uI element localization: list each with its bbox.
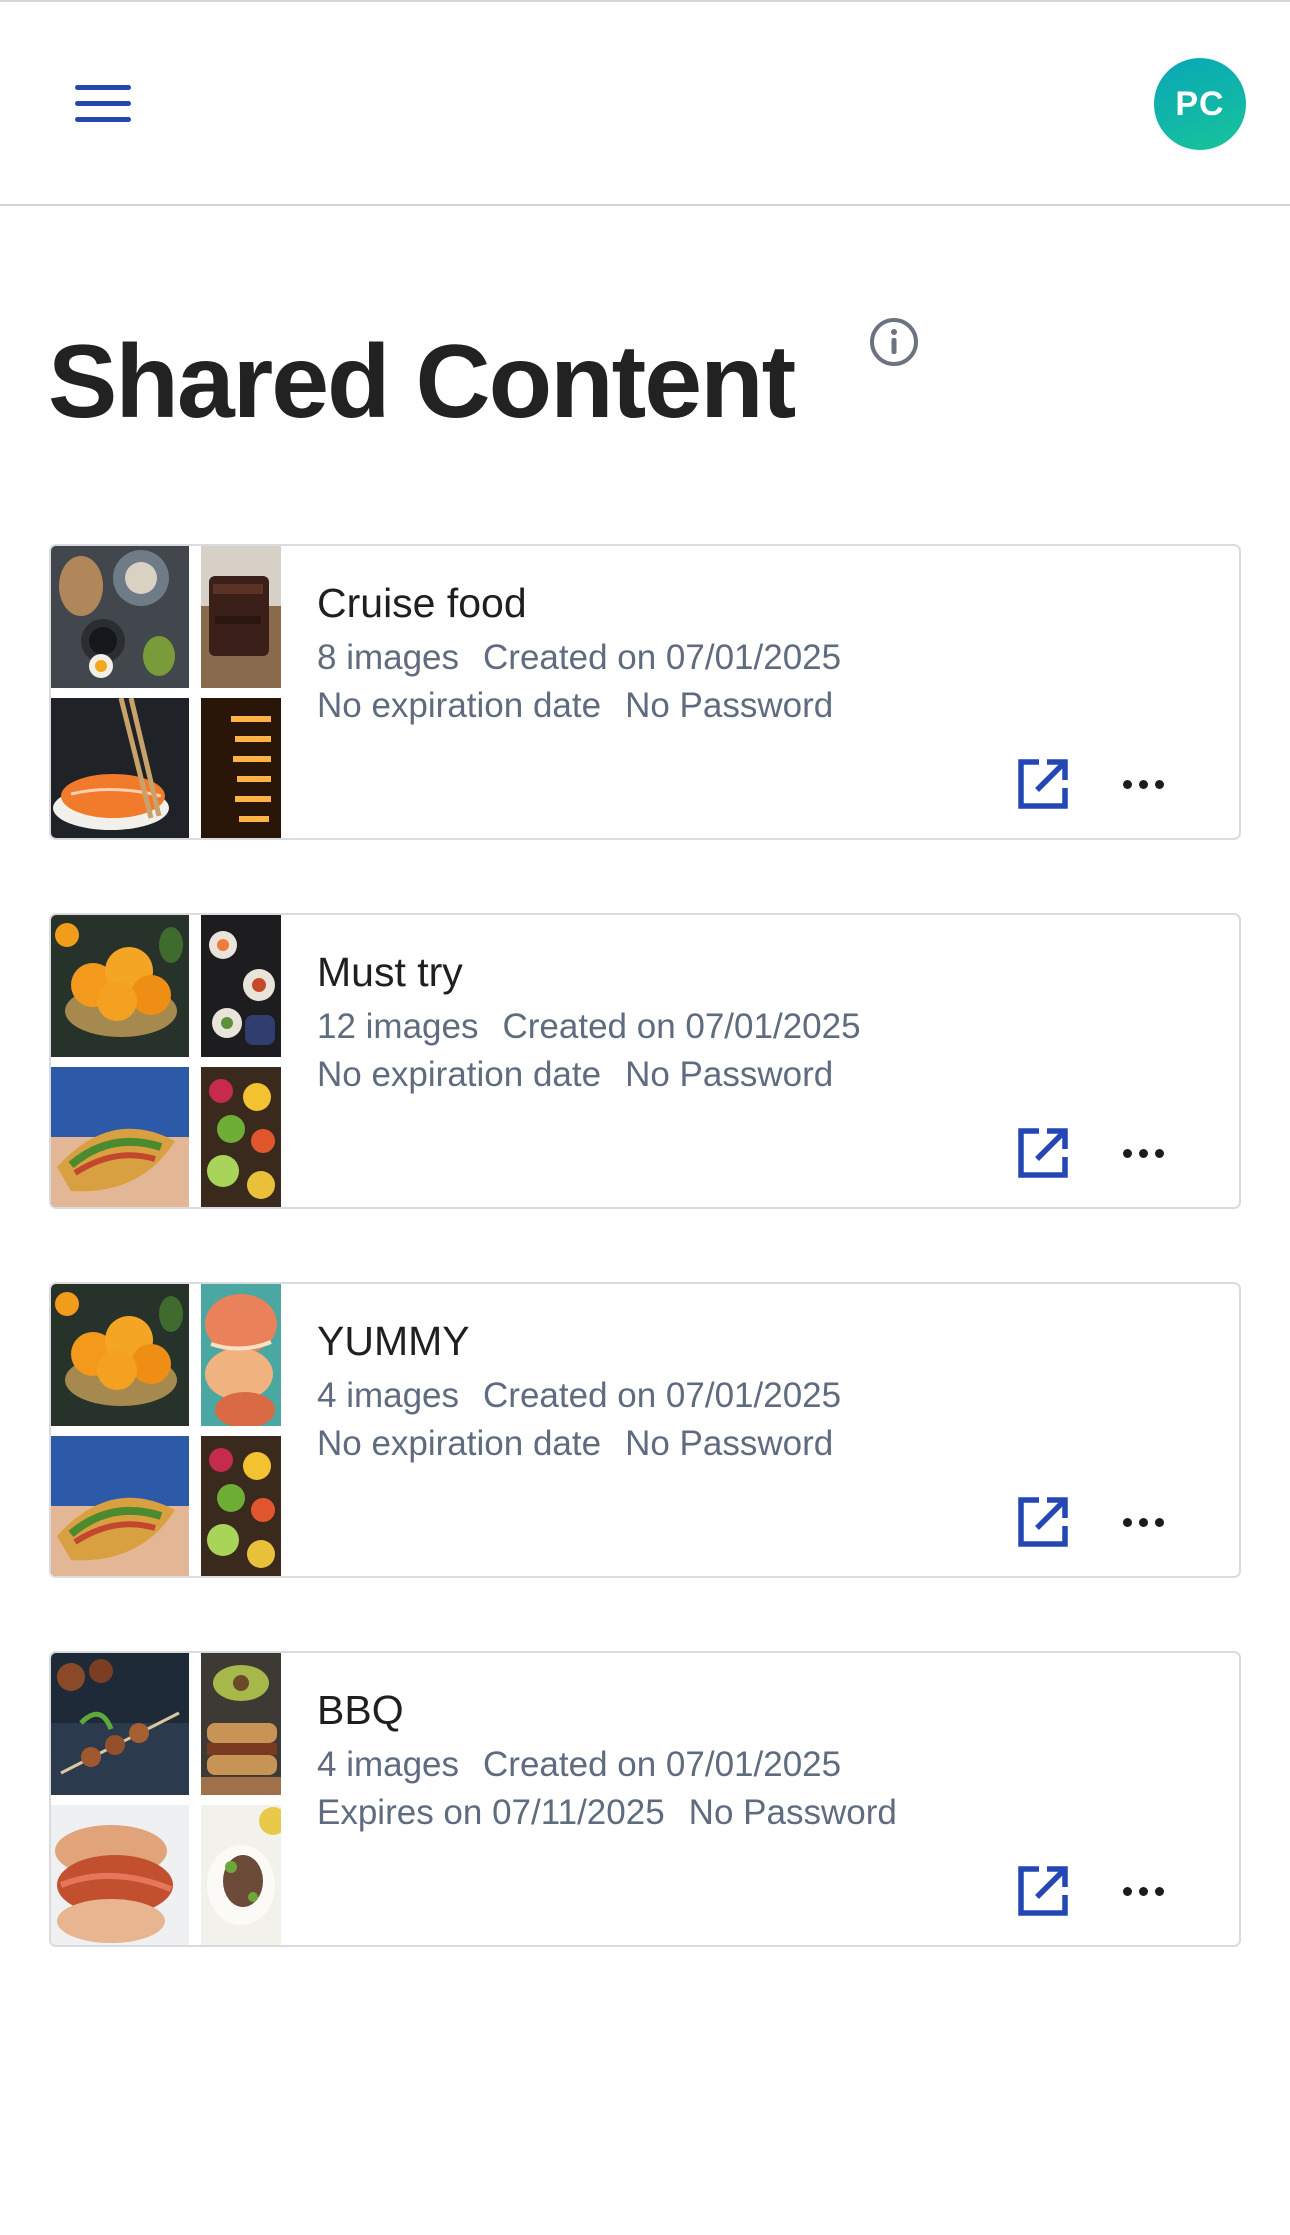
menu-bar bbox=[75, 84, 131, 90]
menu-bar bbox=[75, 116, 131, 122]
created-date: Created on 07/01/2025 bbox=[483, 1376, 842, 1415]
created-date: Created on 07/01/2025 bbox=[483, 638, 842, 677]
album-meta-line-2: Expires on 07/11/2025 No Password bbox=[317, 1793, 897, 1833]
expiration-status: Expires on 07/11/2025 bbox=[317, 1793, 665, 1832]
page-title: Shared Content bbox=[48, 324, 796, 440]
album-thumbnail-grid bbox=[51, 546, 281, 838]
tangerines-bowl-photo bbox=[51, 1284, 189, 1426]
album-thumbnail-grid bbox=[51, 1653, 281, 1945]
album-meta-line-2: No expiration date No Password bbox=[317, 1424, 833, 1464]
expiration-status: No expiration date bbox=[317, 1424, 602, 1463]
taco-hands-photo bbox=[51, 1436, 189, 1576]
shared-album-card[interactable]: BBQ 4 images Created on 07/01/2025 Expire… bbox=[49, 1651, 1241, 1947]
fruit-platter-photo bbox=[201, 1067, 281, 1207]
open-external-icon[interactable] bbox=[1011, 1859, 1075, 1923]
password-status: No Password bbox=[625, 686, 834, 725]
app-header: PC bbox=[0, 2, 1290, 206]
more-options-icon[interactable] bbox=[1113, 1129, 1173, 1177]
expiration-status: No expiration date bbox=[317, 686, 602, 725]
created-date: Created on 07/01/2025 bbox=[502, 1007, 861, 1046]
seafood-plate-photo bbox=[201, 1284, 281, 1426]
album-title: Must try bbox=[317, 949, 463, 995]
more-options-icon[interactable] bbox=[1113, 1867, 1173, 1915]
more-dot bbox=[1122, 779, 1132, 789]
more-dot bbox=[1138, 1148, 1148, 1158]
password-status: No Password bbox=[625, 1055, 834, 1094]
shared-album-card[interactable]: Must try 12 images Created on 07/01/2025 … bbox=[49, 913, 1241, 1209]
more-options-icon[interactable] bbox=[1113, 760, 1173, 808]
user-avatar[interactable]: PC bbox=[1154, 58, 1246, 150]
more-options-icon[interactable] bbox=[1113, 1498, 1173, 1546]
more-dot bbox=[1138, 779, 1148, 789]
password-status: No Password bbox=[688, 1793, 897, 1832]
fruit-platter-photo bbox=[201, 1436, 281, 1576]
shared-album-card[interactable]: Cruise food 8 images Created on 07/01/202… bbox=[49, 544, 1241, 840]
album-thumbnail-grid bbox=[51, 915, 281, 1207]
created-date: Created on 07/01/2025 bbox=[483, 1745, 842, 1784]
more-dot bbox=[1154, 1148, 1164, 1158]
image-count: 8 images bbox=[317, 638, 460, 677]
hamburger-menu-icon[interactable] bbox=[60, 70, 140, 136]
more-dot bbox=[1154, 1886, 1164, 1896]
sushi-rolls-photo bbox=[201, 915, 281, 1057]
pulled-pork-bun-photo bbox=[51, 1805, 189, 1945]
image-count: 4 images bbox=[317, 1745, 460, 1784]
album-meta-line-1: 4 images Created on 07/01/2025 bbox=[317, 1376, 841, 1416]
more-dot bbox=[1154, 1517, 1164, 1527]
album-title: Cruise food bbox=[317, 580, 527, 626]
more-dot bbox=[1138, 1517, 1148, 1527]
image-count: 4 images bbox=[317, 1376, 460, 1415]
neon-sign-photo bbox=[201, 698, 281, 838]
taco-hands-photo bbox=[51, 1067, 189, 1207]
image-count: 12 images bbox=[317, 1007, 479, 1046]
info-icon[interactable] bbox=[868, 316, 920, 368]
open-external-icon[interactable] bbox=[1011, 1121, 1075, 1185]
password-status: No Password bbox=[625, 1424, 834, 1463]
album-meta-line-2: No expiration date No Password bbox=[317, 1055, 833, 1095]
album-meta-line-2: No expiration date No Password bbox=[317, 686, 833, 726]
open-external-icon[interactable] bbox=[1011, 752, 1075, 816]
album-title: BBQ bbox=[317, 1687, 404, 1733]
album-meta-line-1: 12 images Created on 07/01/2025 bbox=[317, 1007, 861, 1047]
open-external-icon[interactable] bbox=[1011, 1490, 1075, 1554]
tangerines-bowl-photo bbox=[51, 915, 189, 1057]
album-meta-line-1: 4 images Created on 07/01/2025 bbox=[317, 1745, 841, 1785]
album-thumbnail-grid bbox=[51, 1284, 281, 1576]
expiration-status: No expiration date bbox=[317, 1055, 602, 1094]
chocolate-cake-photo bbox=[201, 546, 281, 688]
breakfast-table-photo bbox=[51, 546, 189, 688]
salmon-sushi-photo bbox=[51, 698, 189, 838]
more-dot bbox=[1122, 1886, 1132, 1896]
album-meta-line-1: 8 images Created on 07/01/2025 bbox=[317, 638, 841, 678]
plated-dish-photo bbox=[201, 1805, 281, 1945]
skewers-grill-photo bbox=[51, 1653, 189, 1795]
more-dot bbox=[1154, 779, 1164, 789]
shared-album-card[interactable]: YUMMY 4 images Created on 07/01/2025 No e… bbox=[49, 1282, 1241, 1578]
menu-bar bbox=[75, 100, 131, 106]
more-dot bbox=[1122, 1517, 1132, 1527]
more-dot bbox=[1122, 1148, 1132, 1158]
more-dot bbox=[1138, 1886, 1148, 1896]
album-title: YUMMY bbox=[317, 1318, 470, 1364]
avocado-sandwich-photo bbox=[201, 1653, 281, 1795]
